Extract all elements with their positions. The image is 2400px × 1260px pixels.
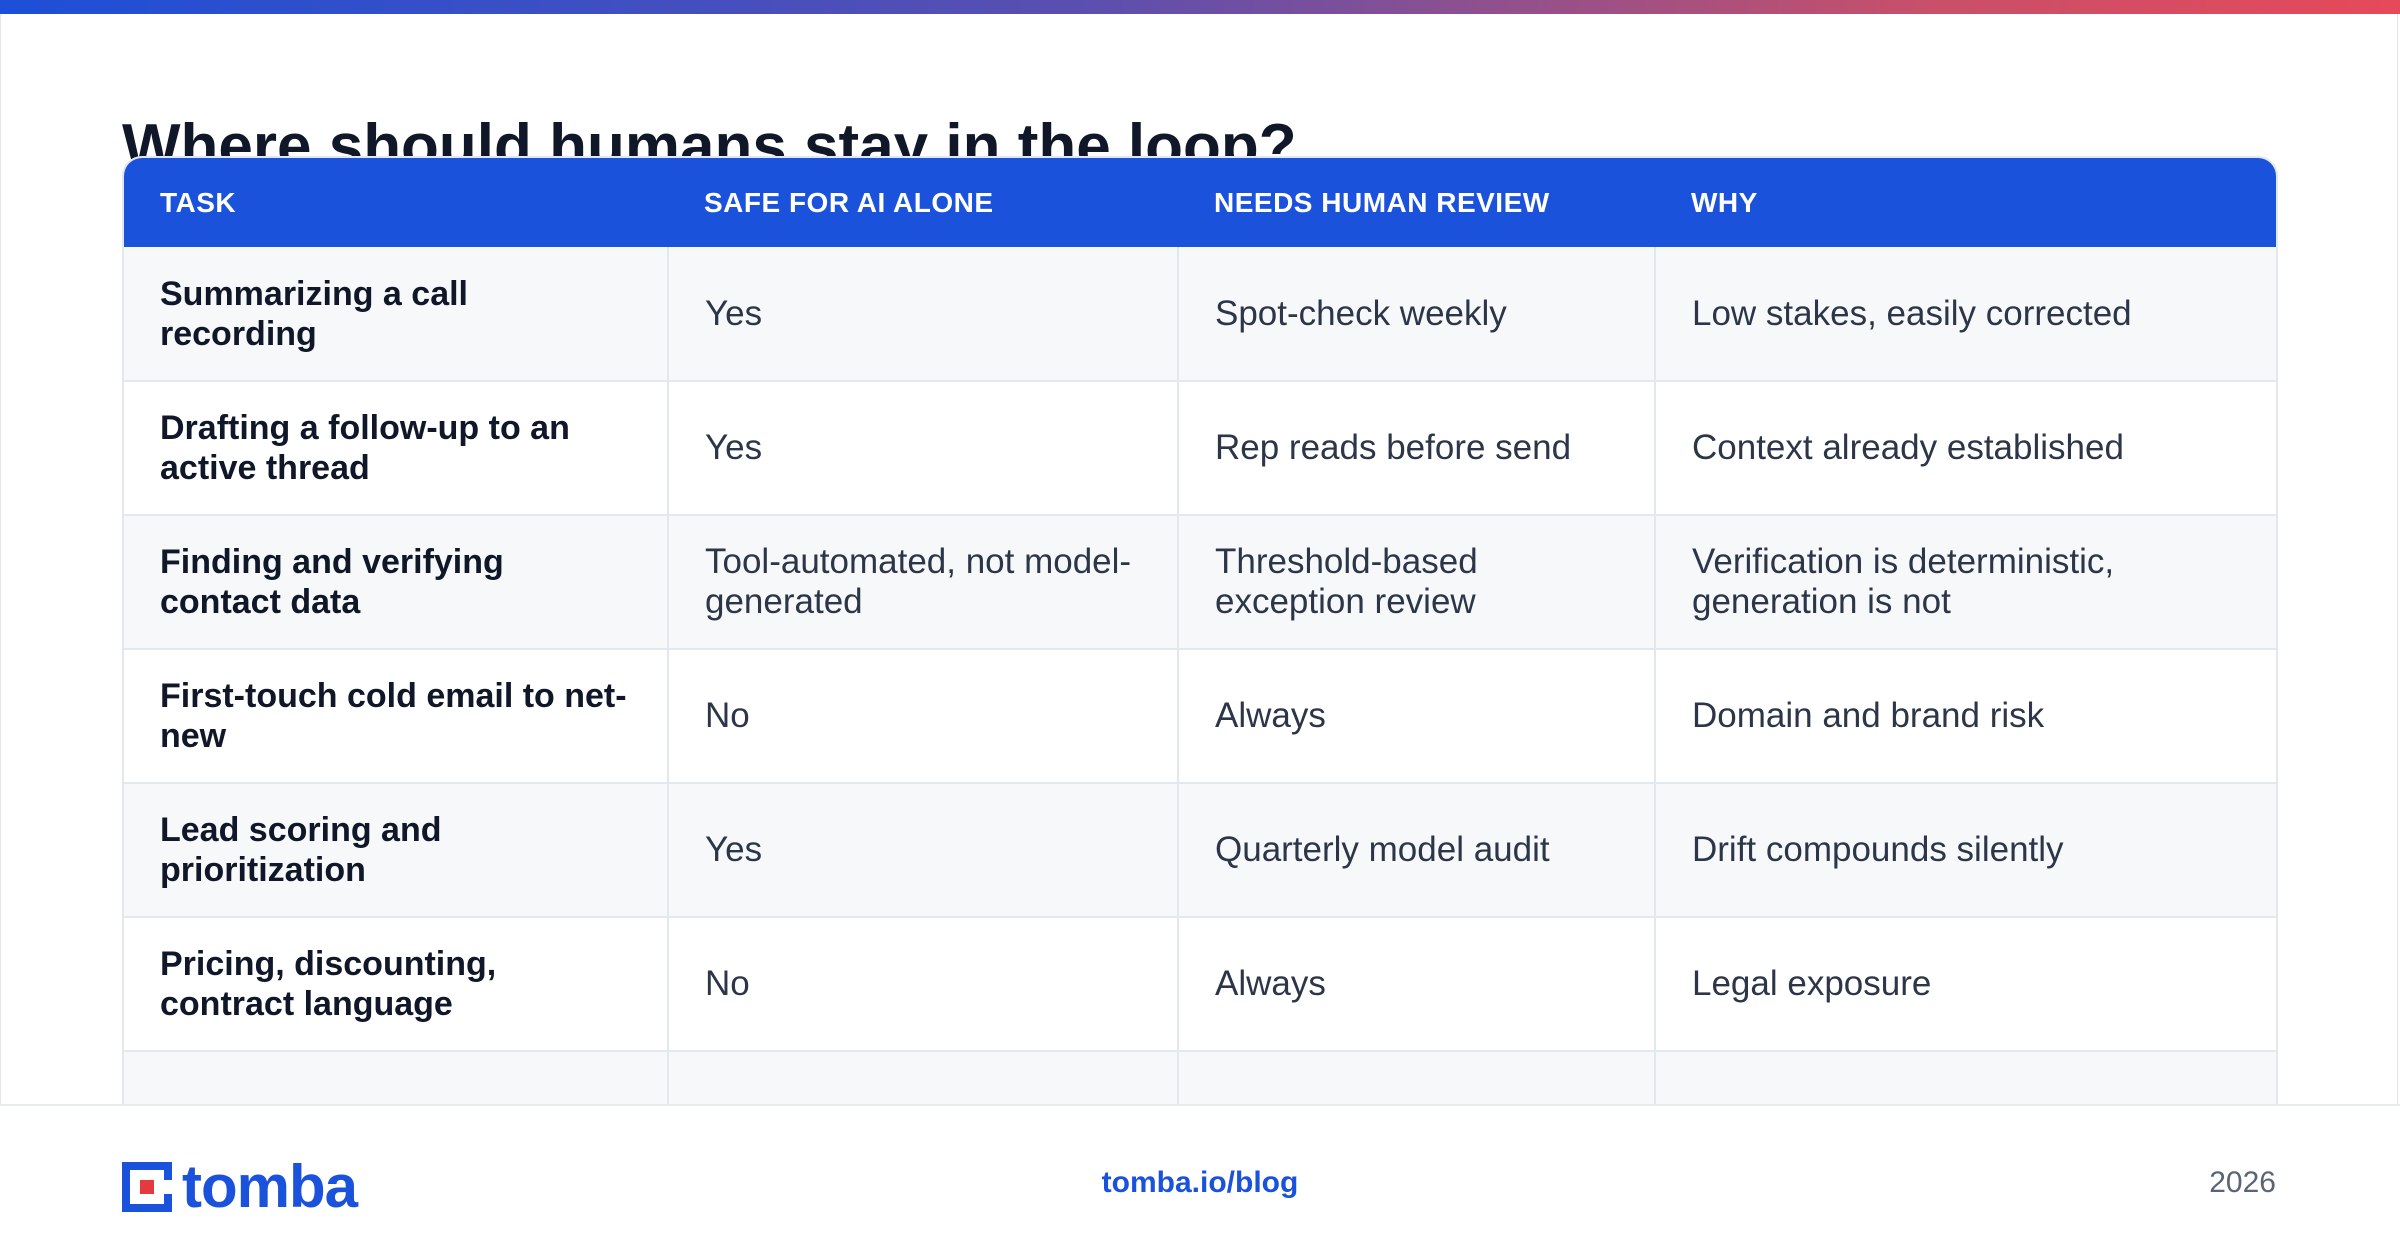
task-cell: Drafting a follow-up to an active thread <box>124 380 668 515</box>
safe-for-ai-cell: Yes <box>667 782 1178 917</box>
human-review-cell: Rep reads before send <box>1177 380 1655 515</box>
why-cell: Domain and brand risk <box>1654 648 2276 783</box>
table-row: First-touch cold email to net-new No Alw… <box>124 648 2276 783</box>
task-cell: Finding and verifying contact data <box>124 514 668 649</box>
column-header-safe-for-ai: SAFE FOR AI ALONE <box>704 186 994 218</box>
safe-for-ai-cell: No <box>667 916 1178 1051</box>
human-review-cell: Always <box>1177 648 1655 783</box>
safe-for-ai-cell: Yes <box>667 380 1178 515</box>
safe-for-ai-cell: No <box>667 648 1178 783</box>
task-cell: Summarizing a call recording <box>160 274 468 353</box>
why-cell: Legal exposure <box>1654 916 2276 1051</box>
human-review-cell: Spot-check weekly <box>1177 247 1655 381</box>
safe-for-ai-cell: Tool-automated, not model-generated <box>667 514 1178 649</box>
table-row: Pricing, discounting, contract language … <box>124 916 2276 1051</box>
table-header-row: TASK SAFE FOR AI ALONE NEEDS HUMAN REVIE… <box>124 158 2276 247</box>
column-header-human-review: NEEDS HUMAN REVIEW <box>1214 186 1550 218</box>
task-cell: First-touch cold email to net-new <box>124 648 668 783</box>
why-cell: Low stakes, easily corrected <box>1654 247 2276 381</box>
why-cell: Drift compounds silently <box>1654 782 2276 917</box>
column-header-why: WHY <box>1691 186 1758 218</box>
footer-year: 2026 <box>2209 1166 2276 1199</box>
task-cell: Pricing, discounting, contract language <box>124 916 668 1051</box>
why-cell: Context already established <box>1654 380 2276 515</box>
human-review-cell: Threshold-based exception review <box>1177 514 1655 649</box>
task-cell: Lead scoring and prioritization <box>124 782 668 917</box>
table-row: Finding and verifying contact data Tool-… <box>124 514 2276 649</box>
top-gradient-bar <box>0 0 2400 14</box>
blog-link[interactable]: tomba.io/blog <box>0 1166 2400 1200</box>
table-row: Drafting a follow-up to an active thread… <box>124 380 2276 515</box>
safe-for-ai-cell: Yes <box>667 247 1178 381</box>
comparison-table: TASK SAFE FOR AI ALONE NEEDS HUMAN REVIE… <box>124 158 2276 1144</box>
why-cell: Verification is deterministic, generatio… <box>1654 514 2276 649</box>
human-review-cell: Always <box>1177 916 1655 1051</box>
column-header-task: TASK <box>160 186 237 218</box>
human-review-cell: Quarterly model audit <box>1177 782 1655 917</box>
table-row: Lead scoring and prioritization Yes Quar… <box>124 782 2276 917</box>
table-row: Summarizing a call recording Yes Spot-ch… <box>124 247 2276 381</box>
footer: tomba tomba.io/blog 2026 <box>0 1104 2400 1260</box>
comparison-table-card: TASK SAFE FOR AI ALONE NEEDS HUMAN REVIE… <box>122 156 2278 1146</box>
